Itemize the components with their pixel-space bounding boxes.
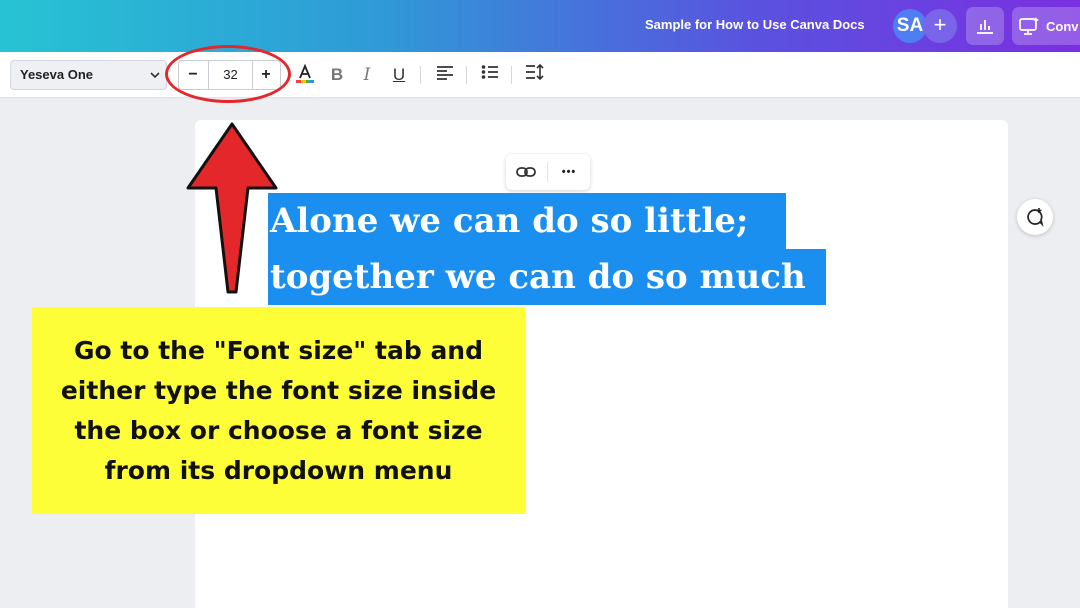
toolbar-divider bbox=[511, 66, 512, 84]
instruction-text: Go to the "Font size" tab and either typ… bbox=[60, 335, 497, 485]
chevron-down-icon bbox=[150, 72, 160, 79]
more-options-button[interactable]: ••• bbox=[555, 162, 583, 182]
floating-toolbar-divider bbox=[547, 162, 548, 182]
instruction-callout: Go to the "Font size" tab and either typ… bbox=[32, 307, 525, 514]
text-color-icon bbox=[296, 63, 314, 83]
link-button[interactable] bbox=[515, 162, 537, 182]
red-up-arrow-icon bbox=[186, 122, 278, 294]
bullet-list-icon bbox=[481, 65, 498, 79]
font-size-highlight-circle bbox=[165, 45, 291, 103]
line-spacing-icon bbox=[526, 63, 544, 81]
selected-quote-line-2[interactable]: together we can do so much bbox=[268, 249, 826, 305]
floating-text-toolbar: ••• bbox=[506, 154, 590, 190]
top-bar: Sample for How to Use Canva Docs SA + Co… bbox=[0, 0, 1080, 52]
font-family-value: Yeseva One bbox=[20, 67, 93, 82]
bar-chart-icon bbox=[977, 20, 993, 34]
comment-plus-icon bbox=[1027, 208, 1044, 227]
text-color-button[interactable] bbox=[293, 63, 317, 87]
font-family-dropdown[interactable]: Yeseva One bbox=[10, 60, 167, 90]
add-collaborator-button[interactable]: + bbox=[923, 9, 957, 43]
selected-quote-line-1[interactable]: Alone we can do so little; bbox=[268, 193, 786, 249]
bullet-list-button[interactable] bbox=[478, 63, 502, 87]
toolbar-divider bbox=[420, 66, 421, 84]
text-toolbar: Yeseva One − 32 + B I U bbox=[0, 52, 1080, 98]
line-spacing-button[interactable] bbox=[523, 63, 547, 87]
insights-button[interactable] bbox=[966, 7, 1004, 45]
link-icon bbox=[516, 167, 536, 177]
underline-button[interactable]: U bbox=[387, 63, 411, 87]
convert-label: Conv bbox=[1046, 18, 1079, 34]
toolbar-divider bbox=[466, 66, 467, 84]
add-comment-button[interactable] bbox=[1017, 199, 1053, 235]
bold-button[interactable]: B bbox=[325, 63, 349, 87]
document-title[interactable]: Sample for How to Use Canva Docs bbox=[645, 17, 865, 32]
user-avatar[interactable]: SA bbox=[893, 9, 927, 43]
italic-button[interactable]: I bbox=[355, 63, 379, 87]
align-left-icon bbox=[437, 66, 453, 80]
convert-button[interactable]: Conv bbox=[1012, 7, 1080, 45]
align-left-button[interactable] bbox=[433, 63, 457, 87]
magic-present-icon bbox=[1019, 17, 1039, 35]
